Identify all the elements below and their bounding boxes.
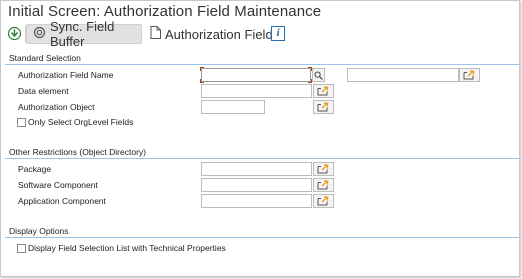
- multiple-selection-icon: [317, 102, 329, 112]
- multiple-selection-button[interactable]: [313, 84, 334, 98]
- multiple-selection-button[interactable]: [313, 162, 334, 176]
- standard-selection-divider: [5, 64, 519, 65]
- multiple-selection-icon: [463, 70, 475, 80]
- sync-field-buffer-label: Sync. Field Buffer: [50, 19, 115, 49]
- package-label: Package: [18, 164, 52, 174]
- software-component-label: Software Component: [18, 180, 98, 190]
- execute-icon[interactable]: [7, 26, 22, 41]
- sync-icon: [33, 26, 46, 42]
- application-component-value[interactable]: [202, 199, 311, 211]
- standard-selection-title: Standard Selection: [9, 53, 81, 63]
- focus-corner: [200, 79, 204, 83]
- application-component-label: Application Component: [18, 196, 106, 206]
- other-restrictions-divider: [5, 158, 519, 159]
- multiple-selection-button[interactable]: [313, 178, 334, 192]
- multiple-selection-button[interactable]: [313, 194, 334, 208]
- authorization-field-label: Authorization Field: [165, 26, 273, 42]
- display-options-title: Display Options: [9, 226, 69, 236]
- authorization-field-name-to-value[interactable]: [348, 73, 458, 85]
- authorization-field-button[interactable]: Authorization Field: [144, 24, 279, 44]
- application-toolbar: Sync. Field Buffer Authorization Field i: [1, 19, 519, 49]
- orglevel-checkbox-label: Only Select OrgLevel Fields: [28, 117, 134, 127]
- multiple-selection-icon: [317, 196, 329, 206]
- authorization-object-input[interactable]: [201, 100, 265, 117]
- authorization-object-value[interactable]: [202, 105, 264, 117]
- search-icon: [314, 71, 323, 80]
- authorization-object-label: Authorization Object: [18, 102, 95, 112]
- orglevel-checkbox[interactable]: [17, 118, 26, 127]
- multiple-selection-icon: [317, 164, 329, 174]
- multiple-selection-button[interactable]: [313, 100, 334, 114]
- technical-properties-checkbox-label: Display Field Selection List with Techni…: [28, 243, 226, 253]
- document-icon: [150, 26, 161, 42]
- multiple-selection-icon: [317, 86, 329, 96]
- value-help-button[interactable]: [312, 68, 325, 82]
- multiple-selection-icon: [317, 180, 329, 190]
- authorization-field-name-label: Authorization Field Name: [18, 70, 114, 80]
- multiple-selection-button[interactable]: [459, 68, 480, 82]
- application-component-input[interactable]: [201, 194, 312, 211]
- technical-properties-checkbox[interactable]: [17, 244, 26, 253]
- software-component-input[interactable]: [201, 178, 312, 195]
- other-restrictions-title: Other Restrictions (Object Directory): [9, 147, 146, 157]
- focus-corner: [200, 67, 204, 71]
- package-input[interactable]: [201, 162, 312, 179]
- info-icon[interactable]: i: [271, 26, 285, 41]
- window-title: Initial Screen: Authorization Field Main…: [8, 3, 322, 20]
- sync-field-buffer-button[interactable]: Sync. Field Buffer: [26, 19, 142, 49]
- data-element-label: Data element: [18, 86, 69, 96]
- main-window: Initial Screen: Authorization Field Main…: [0, 0, 520, 277]
- display-options-divider: [5, 237, 519, 238]
- data-element-input[interactable]: [201, 84, 312, 101]
- authorization-field-name-to-input[interactable]: [347, 68, 459, 85]
- authorization-field-name-input[interactable]: [201, 68, 311, 85]
